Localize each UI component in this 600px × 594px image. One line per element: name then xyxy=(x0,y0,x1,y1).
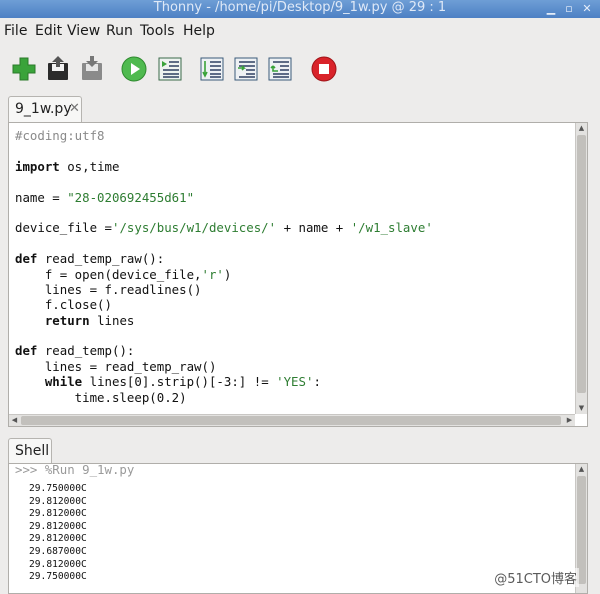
code-line[interactable]: def read_temp_raw(): xyxy=(15,251,433,266)
menu-bar: File Edit View Run Tools Help xyxy=(0,20,600,44)
code-token: + name + xyxy=(276,220,351,236)
keyword-token: def xyxy=(15,251,38,267)
code-token: read_temp_raw(): xyxy=(37,251,165,267)
editor-hscroll-thumb[interactable] xyxy=(21,416,561,425)
shell-output-line: 29.812000C xyxy=(29,520,87,532)
tab-label: 9_1w.py xyxy=(15,101,72,117)
menu-view[interactable]: View xyxy=(67,23,100,39)
scroll-down-icon[interactable]: ▼ xyxy=(576,403,587,414)
keyword-token: return xyxy=(44,312,90,328)
editor-vertical-scrollbar[interactable]: ▲ ▼ xyxy=(575,123,587,414)
keyword-token: while xyxy=(44,374,83,390)
shell-command: >>> %Run 9_1w.py xyxy=(15,463,135,477)
shell-output-line: 29.812000C xyxy=(29,533,87,545)
toolbar xyxy=(0,46,600,90)
code-line[interactable]: name = "28-020692455d61" xyxy=(15,190,433,205)
string-token: 'YES' xyxy=(276,374,314,390)
shell-output-line: 29.750000C xyxy=(29,483,87,494)
shell-output-line: 29.687000C xyxy=(29,545,87,557)
close-tab-icon[interactable]: ✕ xyxy=(69,101,80,116)
shell-output-line: 29.812000C xyxy=(29,495,87,507)
code-token: device_file = xyxy=(15,220,112,236)
minimize-icon[interactable]: ▁ xyxy=(544,2,558,16)
string-token: '/sys/bus/w1/devices/' xyxy=(111,220,277,236)
code-line[interactable] xyxy=(15,205,433,220)
code-line[interactable] xyxy=(15,143,433,158)
step-into-icon[interactable] xyxy=(232,55,260,83)
watermark: @51CTO博客 xyxy=(492,568,579,587)
code-token: : xyxy=(313,374,321,390)
code-token: os,time xyxy=(59,158,120,174)
code-token: lines = f.readlines() xyxy=(15,281,202,297)
code-line[interactable] xyxy=(15,328,433,343)
shell-output: 29.750000C 29.812000C 29.812000C 29.812000C… xyxy=(29,483,87,584)
shell-output-line: 29.812000C xyxy=(29,508,87,520)
menu-tools[interactable]: Tools xyxy=(140,23,175,39)
code-token: lines = read_temp_raw() xyxy=(15,358,217,374)
tab-9-1w-py[interactable]: 9_1w.py ✕ xyxy=(8,96,82,123)
code-line[interactable]: lines = read_temp_raw() xyxy=(15,359,433,374)
code-line[interactable]: return lines xyxy=(15,313,433,328)
code-token: f = open(device_file, xyxy=(15,266,202,282)
menu-run[interactable]: Run xyxy=(106,23,133,39)
code-token: f.close() xyxy=(15,297,112,313)
comment-token: #coding:utf8 xyxy=(15,128,105,143)
run-icon[interactable] xyxy=(120,55,148,83)
close-window-icon[interactable]: ✕ xyxy=(580,2,594,16)
scroll-up-icon[interactable]: ▲ xyxy=(576,123,587,134)
shell-panel[interactable]: >>> %Run 9_1w.py 29.750000C 29.812000C 29.… xyxy=(8,463,588,594)
save-file-icon[interactable] xyxy=(78,55,106,83)
code-line[interactable]: def read_temp(): xyxy=(15,343,433,358)
code-line[interactable]: import os,time xyxy=(15,159,433,174)
stop-icon[interactable] xyxy=(310,55,338,83)
code-token: name = xyxy=(15,189,68,205)
menu-edit[interactable]: Edit xyxy=(35,23,62,39)
code-line[interactable]: #coding:utf8 xyxy=(15,128,433,143)
code-editor[interactable]: #coding:utf8 import os,time name = "28-0… xyxy=(8,122,588,427)
code-token: read_temp(): xyxy=(37,343,135,359)
step-out-icon[interactable] xyxy=(266,55,294,83)
scroll-right-icon[interactable]: ▶ xyxy=(564,415,575,426)
code-token: lines[0].strip()[-3:] != xyxy=(82,374,277,390)
code-line[interactable] xyxy=(15,236,433,251)
code-token: time.sleep(0.2) xyxy=(15,389,187,405)
menu-file[interactable]: File xyxy=(4,23,27,39)
code-token: lines xyxy=(89,312,135,328)
code-line[interactable]: time.sleep(0.2) xyxy=(15,390,433,405)
code-line[interactable] xyxy=(15,174,433,189)
string-token: 'r' xyxy=(201,266,224,282)
editor-tabs: 9_1w.py ✕ xyxy=(8,96,588,123)
maximize-icon[interactable]: ▫ xyxy=(562,2,576,16)
debug-icon[interactable] xyxy=(156,55,184,83)
editor-vscroll-thumb[interactable] xyxy=(577,135,586,393)
menu-help[interactable]: Help xyxy=(183,23,215,39)
string-token: "28-020692455d61" xyxy=(67,189,195,205)
code-line[interactable]: while lines[0].strip()[-3:] != 'YES': xyxy=(15,374,433,389)
editor-horizontal-scrollbar[interactable]: ◀ ▶ xyxy=(9,414,575,426)
keyword-token: import xyxy=(15,158,60,174)
shell-output-line: 29.750000C xyxy=(29,571,87,583)
keyword-token: def xyxy=(15,343,38,359)
code-line[interactable]: f = open(device_file,'r') xyxy=(15,267,433,282)
string-token: '/w1_slave' xyxy=(350,220,433,236)
shell-scroll-up-icon[interactable]: ▲ xyxy=(576,464,587,475)
shell-output-line: 29.812000C xyxy=(29,558,87,570)
code-line[interactable]: device_file ='/sys/bus/w1/devices/' + na… xyxy=(15,220,433,235)
window-title: Thonny - /home/pi/Desktop/9_1w.py @ 29 :… xyxy=(153,0,447,15)
code-token: ) xyxy=(223,266,232,282)
code-text[interactable]: #coding:utf8 import os,time name = "28-0… xyxy=(15,128,433,405)
tab-shell[interactable]: Shell xyxy=(8,438,52,464)
new-file-icon[interactable] xyxy=(10,55,38,83)
code-line[interactable]: f.close() xyxy=(15,297,433,312)
code-line[interactable]: lines = f.readlines() xyxy=(15,282,433,297)
open-file-icon[interactable] xyxy=(44,55,72,83)
title-bar: Thonny - /home/pi/Desktop/9_1w.py @ 29 :… xyxy=(0,0,600,18)
scroll-left-icon[interactable]: ◀ xyxy=(9,415,20,426)
step-over-icon[interactable] xyxy=(198,55,226,83)
